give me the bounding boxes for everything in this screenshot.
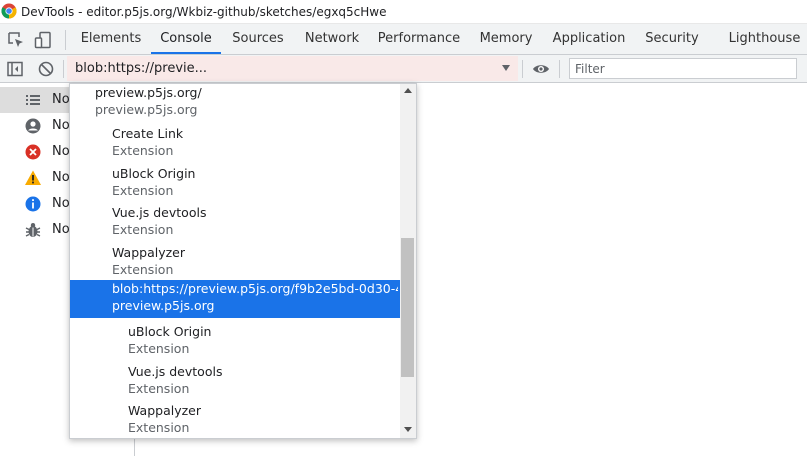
tab-security[interactable]: Security (641, 24, 703, 54)
dropdown-item-blob-frame[interactable]: blob:https://preview.p5js.org/f9b2e5bd-0… (70, 280, 400, 318)
sidebar-item-label: No (52, 196, 70, 211)
window-titlebar: DevTools - editor.p5js.org/Wkbiz-github/… (0, 0, 807, 24)
dropdown-item-subtitle: Extension (128, 381, 190, 396)
toolbar-divider (63, 60, 64, 78)
tab-network[interactable]: Network (300, 24, 364, 54)
sidebar-item-label: No (52, 222, 70, 237)
dropdown-item-subtitle: Extension (112, 183, 174, 198)
tab-lighthouse[interactable]: Lighthouse (722, 24, 807, 54)
dropdown-item-title: Create Link (112, 126, 184, 141)
tab-elements[interactable]: Elements (78, 24, 144, 54)
dropdown-item-subtitle: Extension (128, 341, 190, 356)
dropdown-item-subtitle: Extension (112, 222, 174, 237)
user-icon (25, 118, 41, 134)
dropdown-item-extension[interactable]: Vue.js devtools Extension (70, 363, 400, 403)
scroll-up-arrow-icon[interactable] (404, 88, 412, 93)
warning-icon (25, 170, 41, 185)
dropdown-item-extension[interactable]: Vue.js devtools Extension (70, 204, 400, 244)
dropdown-item-title: Wappalyzer (128, 403, 202, 418)
dropdown-scrollbar[interactable] (400, 84, 416, 438)
dropdown-item-title: uBlock Origin (112, 166, 196, 181)
dropdown-item-subtitle: preview.p5js.org (112, 298, 215, 313)
dropdown-item-extension[interactable]: Create Link Extension (70, 125, 400, 165)
toolbar-divider (559, 60, 560, 78)
sidebar-item-label: No (52, 170, 70, 185)
inspect-element-icon[interactable] (7, 31, 25, 49)
dropdown-item-title: preview.p5js.org/ (95, 85, 202, 100)
devtools-tabbar: Elements Console Sources Network Perform… (0, 24, 807, 55)
context-value: blob:https://previe... (75, 61, 208, 76)
tab-memory[interactable]: Memory (474, 24, 538, 54)
chrome-logo-icon (1, 3, 17, 19)
live-expression-eye-icon[interactable] (532, 60, 550, 78)
dropdown-item-title: uBlock Origin (128, 324, 212, 339)
sidebar-item-label: No (52, 144, 70, 159)
bug-icon (25, 223, 41, 237)
dropdown-item-top-frame[interactable]: preview.p5js.org/ preview.p5js.org (70, 84, 400, 124)
chevron-down-icon (502, 65, 510, 71)
dropdown-item-title: Vue.js devtools (128, 364, 223, 379)
dropdown-item-title: Vue.js devtools (112, 205, 207, 220)
dropdown-item-extension[interactable]: Wappalyzer Extension (70, 402, 400, 438)
dropdown-item-title: Wappalyzer (112, 245, 186, 260)
sidebar-toggle-icon[interactable] (6, 60, 24, 78)
dropdown-item-extension[interactable]: uBlock Origin Extension (70, 165, 400, 205)
sidebar-item-label: No (52, 92, 70, 107)
info-icon (25, 196, 41, 212)
list-icon (26, 95, 40, 105)
dropdown-item-subtitle: Extension (112, 143, 174, 158)
dropdown-item-extension[interactable]: uBlock Origin Extension (70, 323, 400, 363)
dropdown-item-extension[interactable]: Wappalyzer Extension (70, 244, 400, 284)
toolbar-divider (522, 60, 523, 78)
sidebar-item-label: No (52, 118, 70, 133)
window-title: DevTools - editor.p5js.org/Wkbiz-github/… (21, 5, 387, 19)
javascript-context-select[interactable]: blob:https://previe... (67, 56, 518, 81)
filter-input[interactable] (569, 58, 797, 79)
console-toolbar: blob:https://previe... (0, 55, 807, 83)
device-toolbar-icon[interactable] (34, 31, 52, 49)
context-dropdown-menu: preview.p5js.org/ preview.p5js.org Creat… (69, 83, 417, 439)
dropdown-item-subtitle: preview.p5js.org (95, 102, 198, 117)
dropdown-item-subtitle: Extension (128, 420, 190, 435)
error-icon (25, 144, 41, 160)
dropdown-item-title: blob:https://preview.p5js.org/f9b2e5bd-0… (112, 281, 398, 296)
tab-performance[interactable]: Performance (377, 24, 461, 54)
toolbar-divider (65, 30, 66, 50)
dropdown-item-subtitle: Extension (112, 262, 174, 277)
clear-console-icon[interactable] (37, 60, 55, 78)
scrollbar-thumb[interactable] (401, 238, 414, 377)
tab-sources[interactable]: Sources (228, 24, 288, 54)
scroll-down-arrow-icon[interactable] (404, 427, 412, 432)
tab-console[interactable]: Console (151, 24, 221, 54)
tab-application[interactable]: Application (550, 24, 628, 54)
